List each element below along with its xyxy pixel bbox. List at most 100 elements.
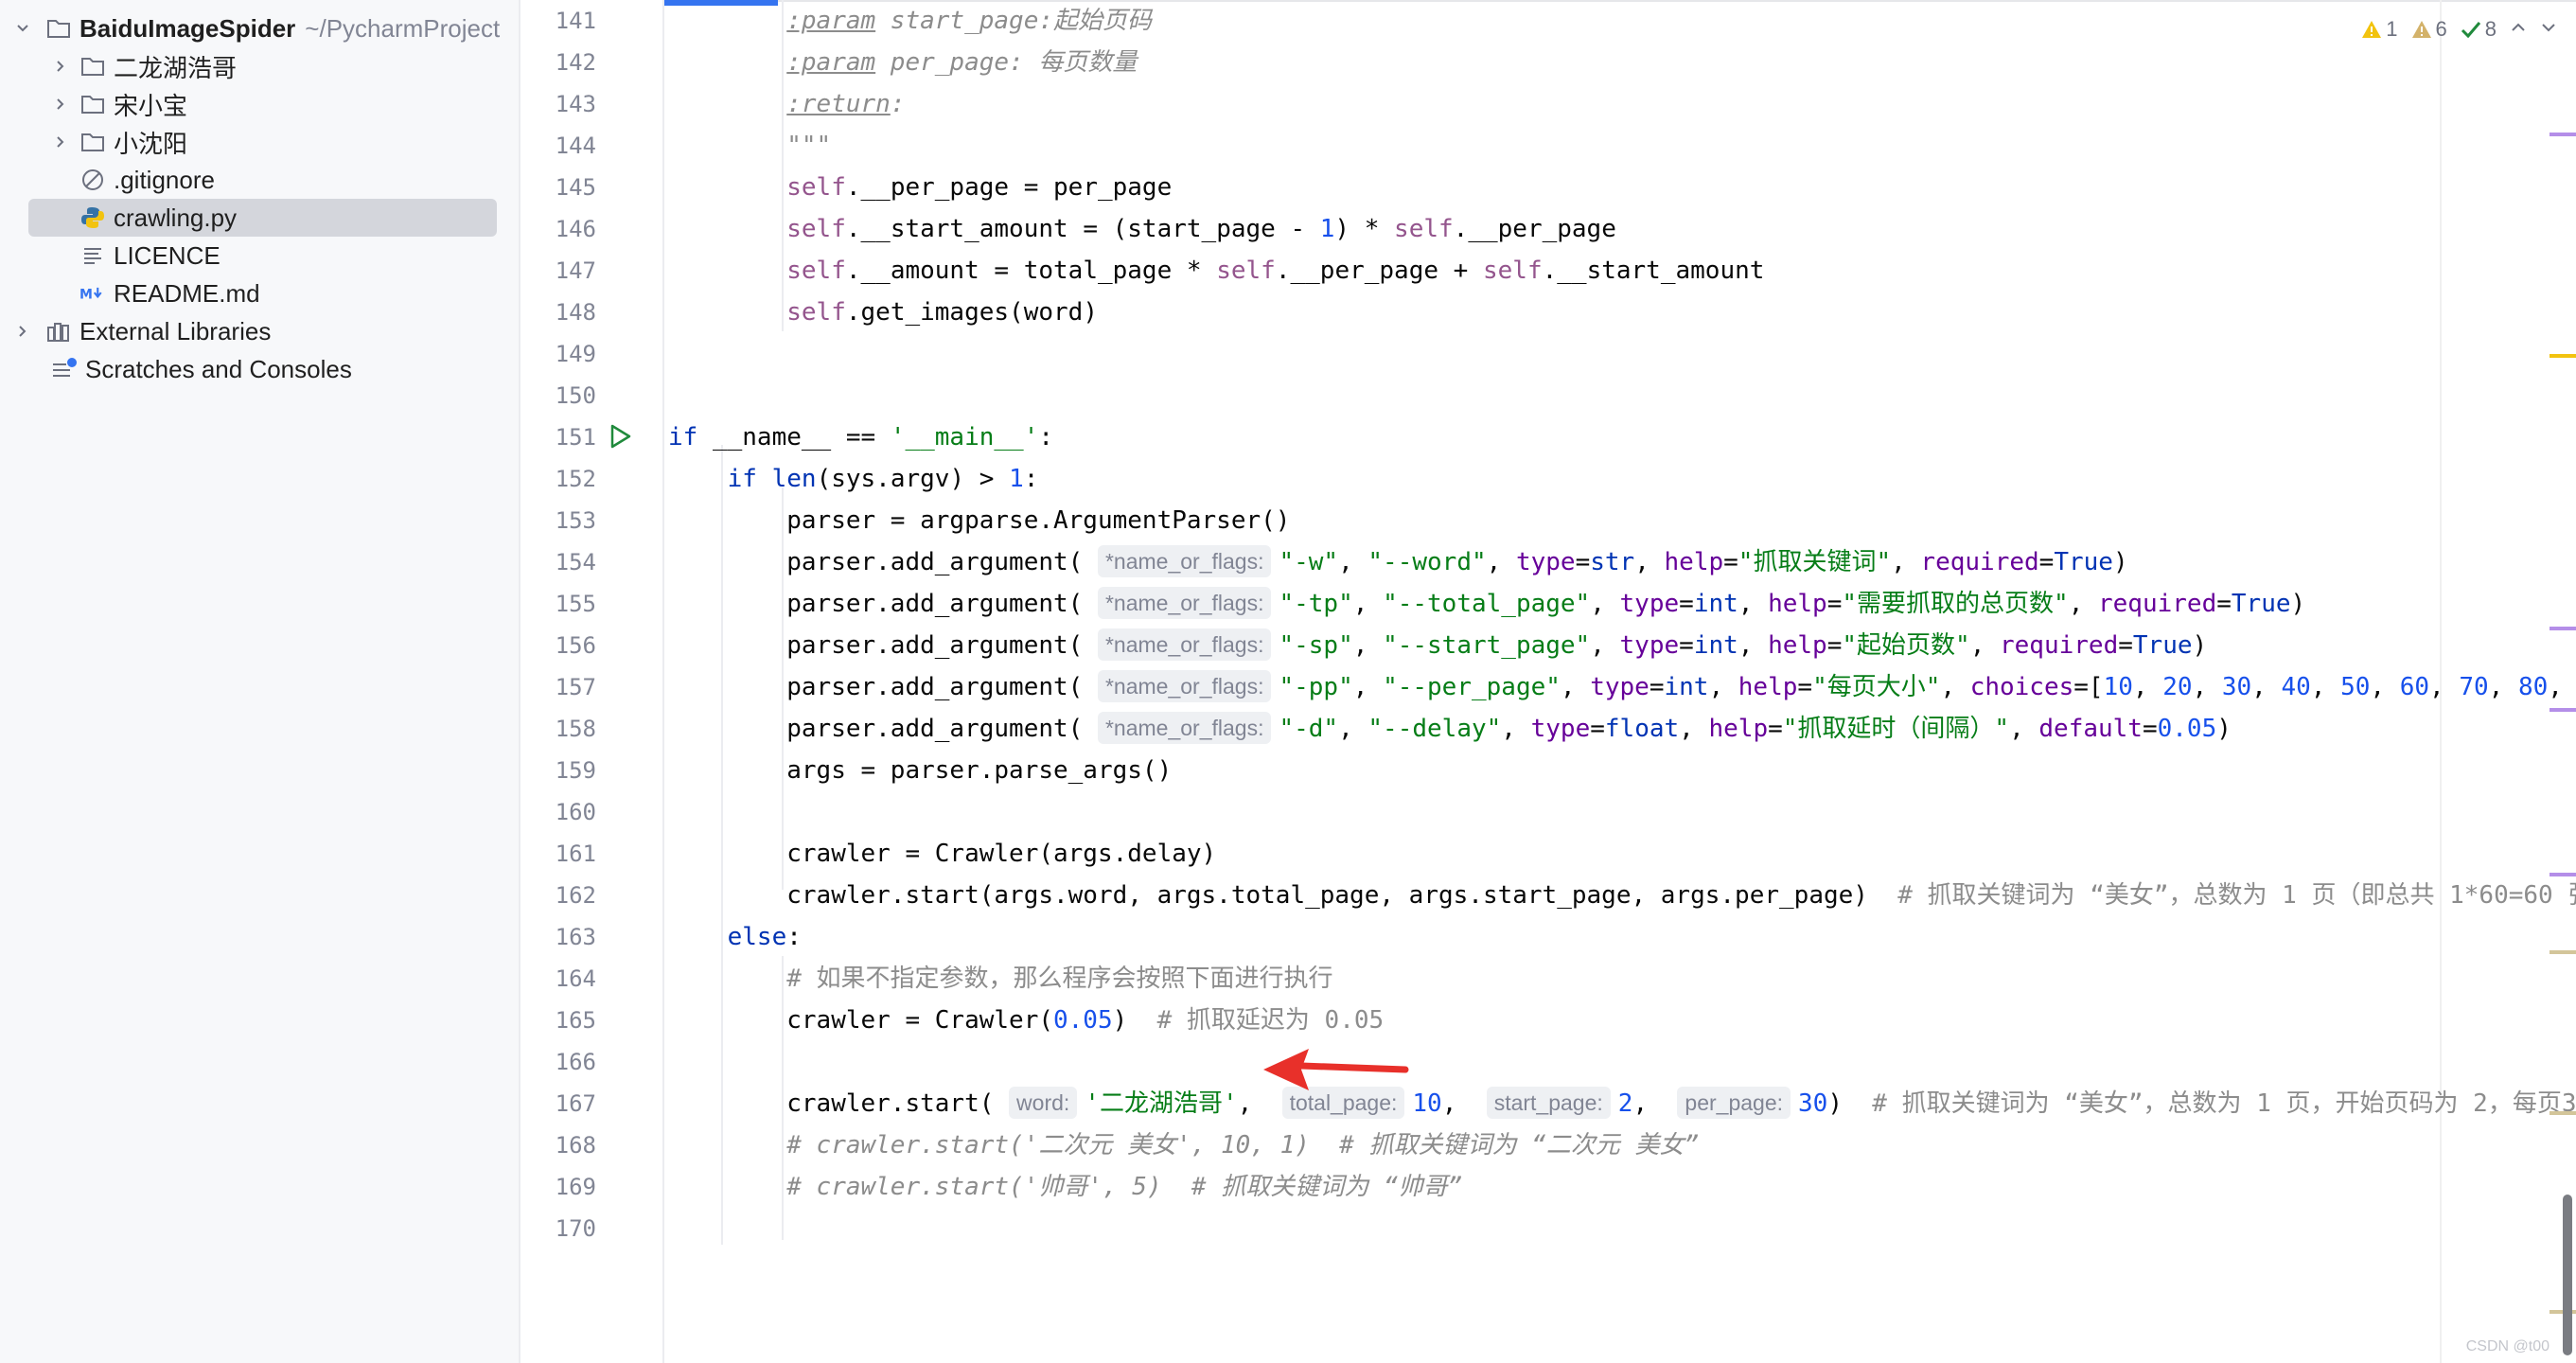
scroll-marker <box>2550 708 2576 712</box>
scroll-marker <box>2550 950 2576 954</box>
code-line-145[interactable]: self.__per_page = per_page <box>668 167 1172 208</box>
tree-item-label: 二龙湖浩哥 <box>114 53 238 82</box>
folder-icon <box>45 15 72 42</box>
project-tree-panel: BaiduImageSpider ~/PycharmProject 二龙湖浩哥 … <box>0 0 520 1363</box>
tree-item-licence[interactable]: LICENCE <box>79 237 221 274</box>
line-number: 151 <box>555 424 596 451</box>
markdown-file-icon: M <box>79 280 106 307</box>
code-line-154[interactable]: parser.add_argument( *name_or_flags: "-w"… <box>668 541 2128 583</box>
line-number: 158 <box>555 716 596 742</box>
tree-item-label: .gitignore <box>114 165 215 194</box>
code-line-155[interactable]: parser.add_argument( *name_or_flags: "-tp… <box>668 583 2305 625</box>
param-hint: *name_or_flags: <box>1097 669 1272 702</box>
line-number: 155 <box>555 591 596 617</box>
library-icon <box>45 318 72 345</box>
line-number: 152 <box>555 466 596 492</box>
code-line-144[interactable]: """ <box>668 125 831 167</box>
warning-count-a[interactable]: 1 <box>2361 17 2398 42</box>
line-number: 154 <box>555 549 596 575</box>
line-number: 159 <box>555 757 596 784</box>
tree-item-gitignore[interactable]: .gitignore <box>79 161 215 199</box>
line-number: 169 <box>555 1174 596 1200</box>
code-line-169[interactable]: # crawler.start('帅哥', 5) # 抓取关键词为 “帅哥” <box>668 1166 1462 1208</box>
ok-count[interactable]: 8 <box>2461 17 2497 42</box>
code-line-141[interactable]: :param start_page:起始页码 <box>668 0 1152 42</box>
line-number: 165 <box>555 1007 596 1034</box>
line-number: 156 <box>555 632 596 659</box>
code-line-168[interactable]: # crawler.start('二次元 美女', 10, 1) # 抓取关键词… <box>668 1124 1699 1166</box>
tree-item-crawling-py[interactable]: crawling.py <box>28 199 497 237</box>
code-line-158[interactable]: parser.add_argument( *name_or_flags: "-d"… <box>668 708 2232 750</box>
line-number: 149 <box>555 341 596 367</box>
folder-icon <box>79 129 106 155</box>
code-line-147[interactable]: self.__amount = total_page * self.__per_… <box>668 250 1764 292</box>
tree-item-readme[interactable]: M README.md <box>79 274 260 312</box>
line-number: 143 <box>555 91 596 117</box>
editor-scrollbar-thumb[interactable] <box>2563 1195 2572 1355</box>
python-file-icon <box>79 204 106 231</box>
scroll-marker <box>2550 133 2576 136</box>
code-line-142[interactable]: :param per_page: 每页数量 <box>668 42 1137 83</box>
warning-count-b[interactable]: 6 <box>2411 17 2447 42</box>
chevron-right-icon[interactable] <box>51 134 70 150</box>
param-hint: word: <box>1009 1086 1078 1119</box>
scroll-marker <box>2550 627 2576 630</box>
line-number: 167 <box>555 1090 596 1117</box>
code-line-159[interactable]: args = parser.parse_args() <box>668 750 1172 791</box>
folder-icon <box>79 91 106 117</box>
tree-item-label: External Libraries <box>79 316 272 345</box>
tree-item-label: README.md <box>114 278 260 308</box>
tree-item-label: LICENCE <box>114 240 221 270</box>
line-number: 142 <box>555 49 596 76</box>
tree-root-path: ~/PycharmProject <box>305 13 501 43</box>
param-hint: *name_or_flags: <box>1097 628 1272 661</box>
tree-root[interactable]: BaiduImageSpider ~/PycharmProject <box>13 9 500 47</box>
chevron-right-icon[interactable] <box>13 324 32 339</box>
code-line-151[interactable]: if __name__ == '__main__': <box>668 416 1053 458</box>
tree-item-label: Scratches and Consoles <box>85 354 352 383</box>
code-line-163[interactable]: else: <box>668 916 802 958</box>
tree-item-folder[interactable]: 二龙湖浩哥 <box>51 47 237 85</box>
chevron-up-icon[interactable] <box>2510 17 2527 42</box>
code-line-162[interactable]: crawler.start(args.word, args.total_page… <box>668 875 2576 916</box>
code-line-156[interactable]: parser.add_argument( *name_or_flags: "-sp… <box>668 625 2207 666</box>
run-icon[interactable] <box>606 422 634 451</box>
code-line-165[interactable]: crawler = Crawler(0.05) # 抓取延迟为 0.05 <box>668 1000 1384 1041</box>
line-number: 168 <box>555 1132 596 1159</box>
line-number: 153 <box>555 507 596 534</box>
code-line-161[interactable]: crawler = Crawler(args.delay) <box>668 833 1216 875</box>
tree-item-folder[interactable]: 小沈阳 <box>51 123 187 161</box>
param-hint: *name_or_flags: <box>1097 586 1272 619</box>
folder-icon <box>79 53 106 80</box>
tree-item-external-libraries[interactable]: External Libraries <box>13 312 271 350</box>
param-hint: *name_or_flags: <box>1097 544 1272 577</box>
code-line-146[interactable]: self.__start_amount = (start_page - 1) *… <box>668 208 1616 250</box>
line-number: 157 <box>555 674 596 700</box>
tree-item-label: 宋小宝 <box>114 91 188 120</box>
code-line-164[interactable]: # 如果不指定参数，那么程序会按照下面进行执行 <box>668 958 1332 1000</box>
code-line-143[interactable]: :return: <box>668 83 905 125</box>
param-hint: *name_or_flags: <box>1097 711 1272 744</box>
code-line-167[interactable]: crawler.start( word: '二龙湖浩哥', total_page:… <box>668 1083 2576 1124</box>
ignore-file-icon <box>79 167 106 193</box>
line-number: 147 <box>555 257 596 284</box>
code-line-148[interactable]: self.get_images(word) <box>668 292 1098 333</box>
chevron-right-icon[interactable] <box>51 97 70 112</box>
watermark: CSDN @t00 <box>2465 1338 2550 1354</box>
line-number: 163 <box>555 924 596 950</box>
scroll-marker <box>2550 354 2576 358</box>
line-number: 144 <box>555 133 596 159</box>
line-number: 145 <box>555 174 596 201</box>
line-number: 166 <box>555 1049 596 1075</box>
tree-item-scratches[interactable]: Scratches and Consoles <box>51 350 352 388</box>
chevron-down-icon[interactable] <box>2540 17 2557 42</box>
scratches-icon <box>51 356 78 382</box>
code-line-152[interactable]: if len(sys.argv) > 1: <box>668 458 1039 500</box>
inspection-widget[interactable]: 1 6 8 <box>2361 17 2557 42</box>
scroll-marker <box>2550 1111 2576 1115</box>
code-line-157[interactable]: parser.add_argument( *name_or_flags: "-pp… <box>668 666 2563 708</box>
tree-item-folder[interactable]: 宋小宝 <box>51 85 187 123</box>
chevron-down-icon[interactable] <box>13 21 32 36</box>
chevron-right-icon[interactable] <box>51 59 70 74</box>
code-line-153[interactable]: parser = argparse.ArgumentParser() <box>668 500 1290 541</box>
